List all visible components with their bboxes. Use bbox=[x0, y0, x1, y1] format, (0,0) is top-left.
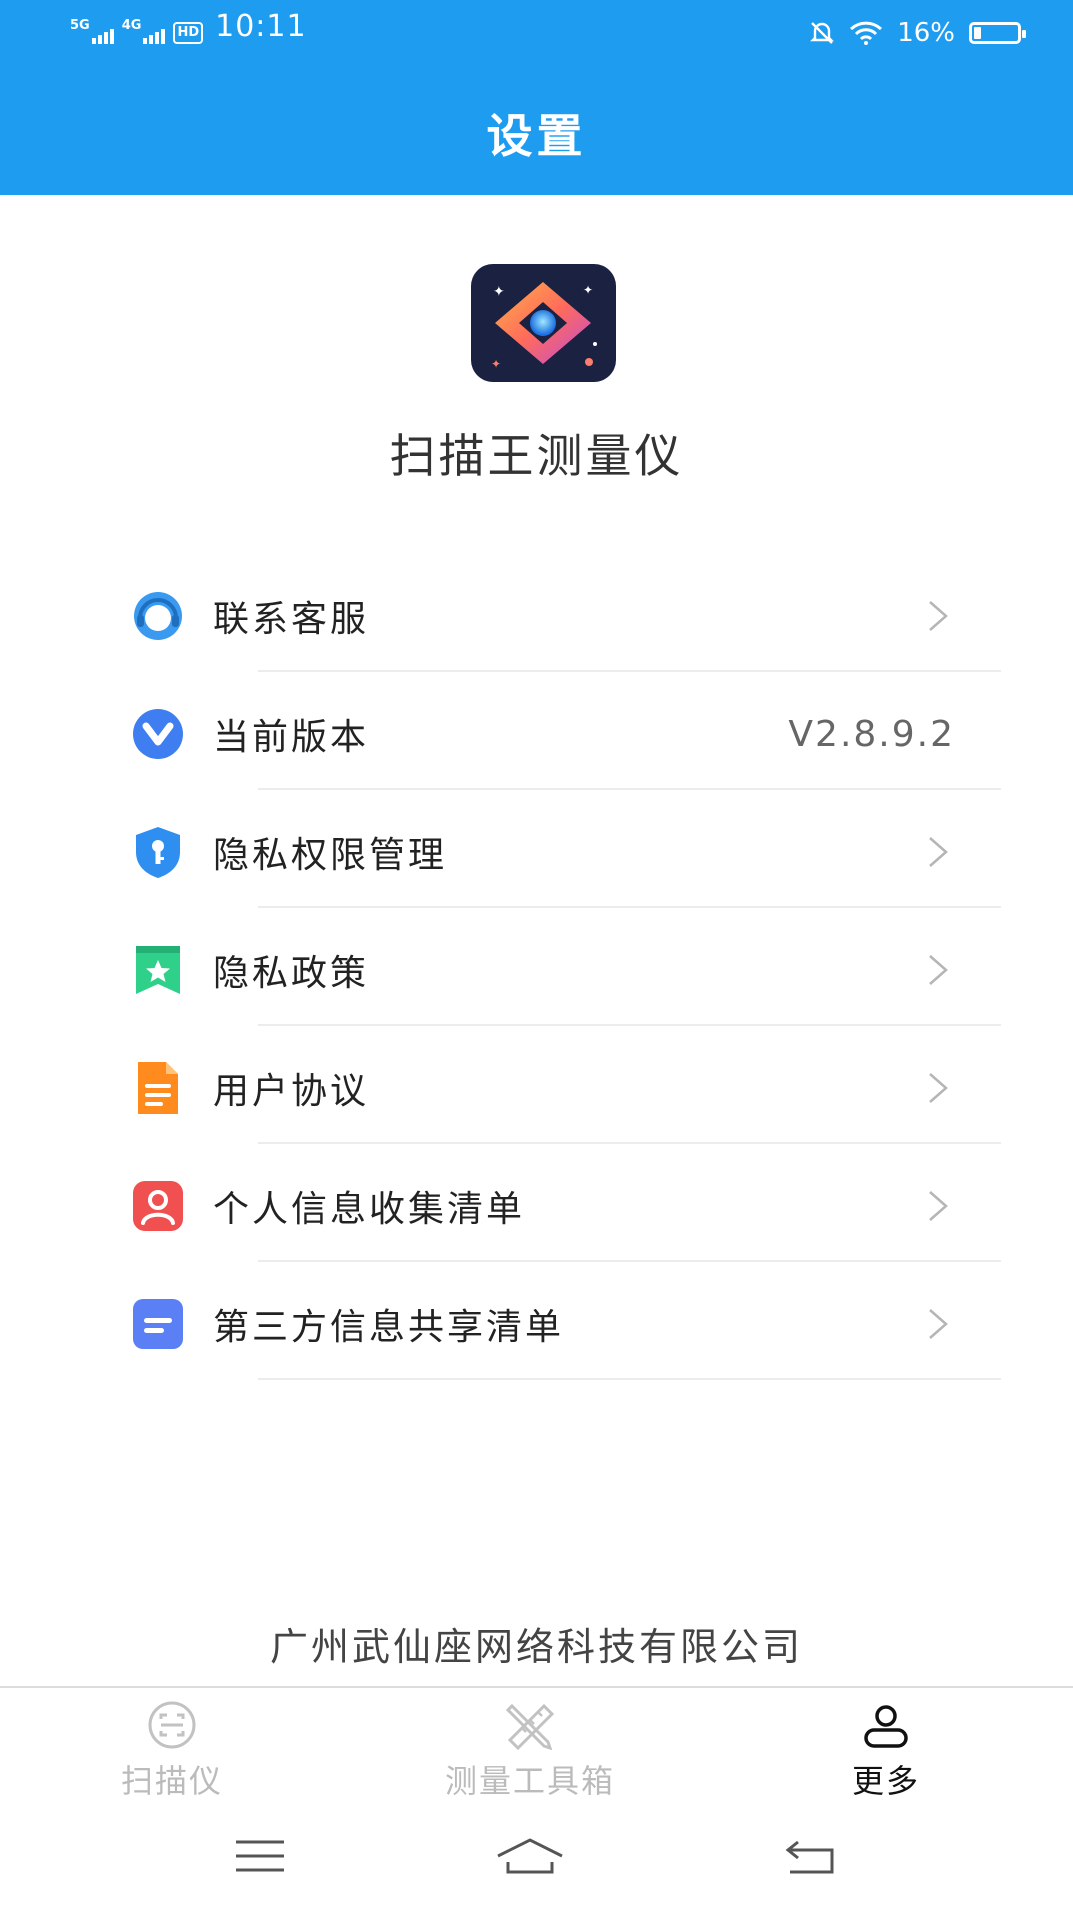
row-label: 用户协议 bbox=[213, 1071, 370, 1112]
row-label: 隐私政策 bbox=[213, 953, 370, 994]
bookmark-star-icon bbox=[136, 946, 180, 994]
wifi-icon bbox=[850, 21, 883, 45]
row-label: 个人信息收集清单 bbox=[213, 1189, 526, 1230]
hd-badge: HD bbox=[173, 22, 204, 44]
row-label: 隐私权限管理 bbox=[213, 835, 448, 876]
signal-4g: 4G bbox=[122, 19, 166, 44]
svg-text:✦: ✦ bbox=[491, 357, 501, 371]
version-icon bbox=[133, 709, 183, 759]
settings-row-privacy-permissions[interactable]: 隐私权限管理 bbox=[0, 790, 1073, 908]
signal-label: 5G bbox=[70, 18, 90, 33]
row-label: 当前版本 bbox=[213, 717, 370, 758]
chevron-right-icon bbox=[929, 1191, 948, 1221]
signal-label: 4G bbox=[121, 18, 142, 33]
signal-bars-icon bbox=[143, 29, 166, 44]
tab-label: 测量工具箱 bbox=[444, 1762, 615, 1800]
menu-icon[interactable] bbox=[234, 1836, 286, 1876]
settings-row-personal-info-list[interactable]: 个人信息收集清单 bbox=[0, 1144, 1073, 1262]
scan-icon bbox=[148, 1701, 196, 1749]
settings-row-third-party-sharing[interactable]: 第三方信息共享清单 bbox=[0, 1262, 1073, 1380]
back-icon[interactable] bbox=[782, 1836, 838, 1876]
system-nav-bar bbox=[0, 1820, 1073, 1908]
app-name: 扫描王测量仪 bbox=[389, 429, 684, 483]
tab-label: 扫描仪 bbox=[120, 1762, 223, 1800]
chevron-right-icon bbox=[929, 1309, 948, 1339]
status-bar: 5G 4G HD 10:11 16% bbox=[0, 0, 1073, 60]
tab-scanner[interactable]: 扫描仪 bbox=[42, 1700, 302, 1810]
mute-icon bbox=[810, 22, 835, 44]
note-icon bbox=[133, 1299, 183, 1349]
row-label: 第三方信息共享清单 bbox=[213, 1307, 565, 1348]
chevron-right-icon bbox=[929, 601, 948, 631]
person-icon bbox=[133, 1181, 183, 1231]
settings-row-current-version[interactable]: 当前版本 V2.8.9.2 bbox=[0, 672, 1073, 790]
page-title: 设置 bbox=[486, 109, 587, 163]
battery-icon bbox=[969, 22, 1026, 44]
chevron-right-icon bbox=[929, 1073, 948, 1103]
settings-row-privacy-policy[interactable]: 隐私政策 bbox=[0, 908, 1073, 1026]
app-logo-icon: ✦ ✦ ✦ bbox=[471, 264, 616, 382]
svg-text:✦: ✦ bbox=[583, 283, 593, 297]
tab-label: 更多 bbox=[851, 1762, 920, 1800]
shield-key-icon bbox=[136, 827, 180, 878]
user-icon bbox=[864, 1705, 908, 1748]
chevron-right-icon bbox=[929, 955, 948, 985]
row-divider bbox=[258, 1378, 1001, 1380]
settings-row-user-agreement[interactable]: 用户协议 bbox=[0, 1026, 1073, 1144]
tab-measure-toolbox[interactable]: 测量工具箱 bbox=[400, 1700, 660, 1810]
signal-5g: 5G bbox=[70, 19, 114, 44]
tab-more[interactable]: 更多 bbox=[756, 1700, 1016, 1810]
svg-text:✦: ✦ bbox=[493, 284, 505, 300]
battery-percentage: 16% bbox=[897, 18, 955, 48]
tabbar-divider bbox=[0, 1686, 1073, 1688]
ruler-pencil-icon bbox=[505, 1703, 555, 1750]
status-time: 10:11 bbox=[215, 9, 307, 44]
company-name: 广州武仙座网络科技有限公司 bbox=[269, 1625, 803, 1669]
customer-service-icon bbox=[134, 592, 182, 640]
document-icon bbox=[138, 1062, 178, 1114]
header-bar: 5G 4G HD 10:11 16% 设置 bbox=[0, 0, 1073, 195]
signal-bars-icon bbox=[91, 29, 114, 44]
row-label: 联系客服 bbox=[213, 599, 370, 640]
settings-row-contact-support[interactable]: 联系客服 bbox=[0, 554, 1073, 672]
home-icon[interactable] bbox=[494, 1836, 566, 1876]
chevron-right-icon bbox=[929, 837, 948, 867]
version-value: V2.8.9.2 bbox=[788, 714, 955, 755]
